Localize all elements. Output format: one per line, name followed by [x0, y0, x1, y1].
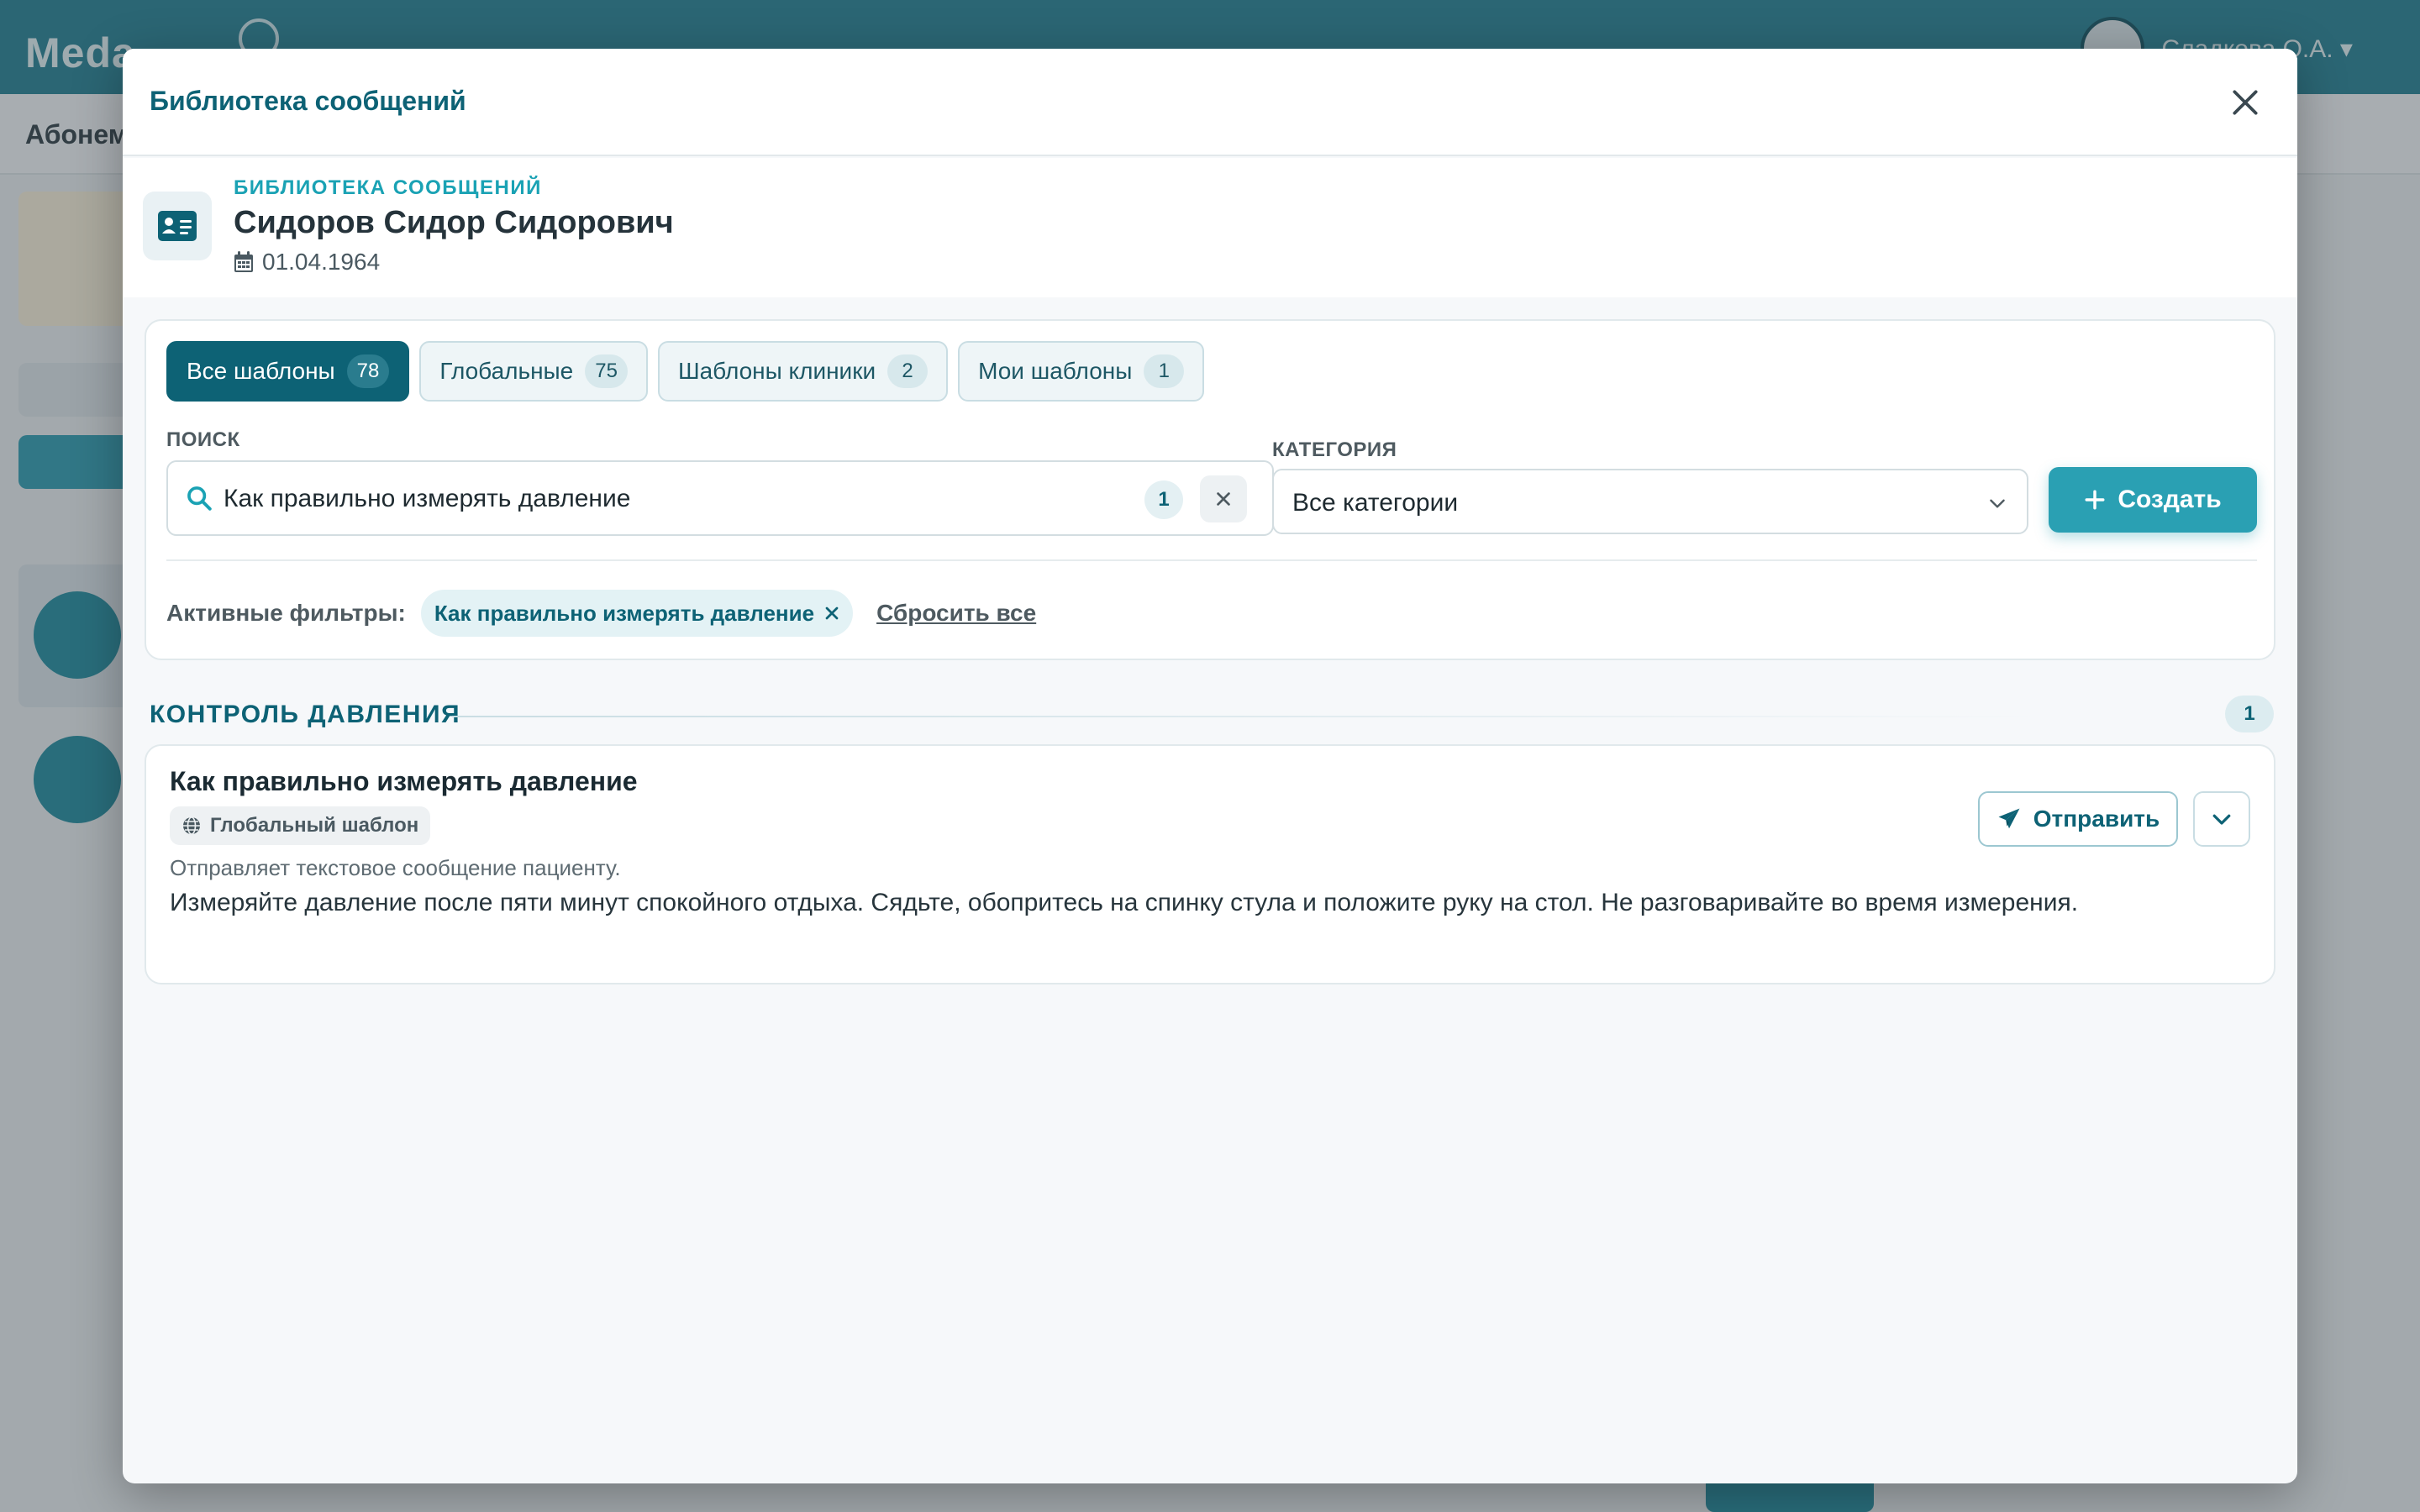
category-select[interactable]: Все категории — [1272, 469, 2028, 534]
template-body: Измеряйте давление после пяти минут спок… — [170, 889, 2079, 916]
search-label: ПОИСК — [166, 428, 240, 451]
id-card-icon — [143, 192, 212, 260]
template-tabs: Все шаблоны 78 Глобальные 75 Шаблоны кли… — [166, 341, 1205, 402]
category-label: КАТЕГОРИЯ — [1272, 438, 1397, 461]
chevron-down-icon — [1990, 499, 2005, 508]
send-button[interactable]: Отправить — [1978, 791, 2178, 847]
group-title: КОНТРОЛЬ ДАВЛЕНИЯ — [150, 701, 461, 728]
close-icon — [2233, 90, 2258, 115]
category-group-header: КОНТРОЛЬ ДАВЛЕНИЯ 1 — [150, 690, 2274, 738]
modal-title: Библиотека сообщений — [150, 86, 466, 116]
search-clear-button[interactable] — [1200, 475, 1247, 522]
tab-label: Мои шаблоны — [978, 358, 1133, 384]
patient-kicker: БИБЛИОТЕКА СООБЩЕНИЙ — [234, 176, 542, 199]
send-button-label: Отправить — [2033, 806, 2160, 832]
close-icon — [1217, 492, 1230, 506]
close-button[interactable] — [2222, 79, 2269, 126]
create-button-label: Создать — [2118, 486, 2222, 513]
modal-header: Библиотека сообщений — [123, 49, 2297, 156]
tab-global[interactable]: Глобальные 75 — [419, 341, 648, 402]
template-description: Отправляет текстовое сообщение пациенту. — [170, 855, 621, 880]
tab-count: 2 — [887, 354, 929, 388]
paper-plane-icon — [1998, 808, 2020, 829]
globe-icon — [183, 816, 200, 835]
tab-clinic-templates[interactable]: Шаблоны клиники 2 — [657, 341, 949, 402]
remove-filter-button[interactable] — [824, 606, 839, 621]
category-selected: Все категории — [1292, 489, 1459, 517]
chevron-down-icon — [2212, 814, 2231, 825]
active-filters-label: Активные фильтры: — [166, 600, 406, 626]
search-result-count: 1 — [1144, 480, 1183, 519]
patient-header: БИБЛИОТЕКА СООБЩЕНИЙ Сидоров Сидор Сидор… — [123, 158, 2297, 297]
create-button[interactable]: Создать — [2049, 467, 2257, 533]
divider — [452, 716, 2049, 717]
filter-chip: Как правильно измерять давление — [420, 590, 854, 637]
tab-label: Шаблоны клиники — [677, 358, 876, 384]
divider — [166, 559, 2257, 561]
tab-label: Глобальные — [439, 358, 574, 384]
reset-filters-link[interactable]: Сбросить все — [876, 600, 1036, 627]
patient-birth-date: 01.04.1964 — [234, 249, 380, 276]
birth-date-text: 01.04.1964 — [262, 249, 381, 275]
search-field: 1 — [166, 460, 1274, 536]
calendar-icon — [234, 251, 253, 272]
tab-my-templates[interactable]: Мои шаблоны 1 — [958, 341, 1205, 402]
close-icon — [825, 606, 839, 620]
search-input[interactable] — [224, 479, 1114, 519]
tab-all-templates[interactable]: Все шаблоны 78 — [166, 341, 410, 402]
template-title: Как правильно измерять давление — [170, 766, 638, 796]
plus-icon — [2085, 490, 2105, 510]
group-count: 1 — [2225, 696, 2274, 732]
template-scope-badge: Глобальный шаблон — [170, 806, 431, 845]
tab-count: 78 — [346, 354, 390, 388]
badge-label: Глобальный шаблон — [210, 814, 419, 837]
expand-button[interactable] — [2193, 791, 2250, 847]
patient-name: Сидоров Сидор Сидорович — [234, 205, 674, 240]
tab-count: 1 — [1144, 354, 1185, 388]
tab-label: Все шаблоны — [187, 358, 335, 384]
active-filters: Активные фильтры: Как правильно измерять… — [166, 590, 1036, 637]
template-card: Как правильно измерять давление Глобальн… — [145, 744, 2275, 984]
filter-chip-label: Как правильно измерять давление — [434, 600, 815, 626]
search-icon — [187, 486, 212, 511]
filter-panel: Все шаблоны 78 Глобальные 75 Шаблоны кли… — [145, 319, 2275, 660]
tab-count: 75 — [585, 354, 628, 388]
message-library-modal: Библиотека сообщений БИБЛИОТЕКА СООБЩЕНИ… — [123, 49, 2297, 1483]
